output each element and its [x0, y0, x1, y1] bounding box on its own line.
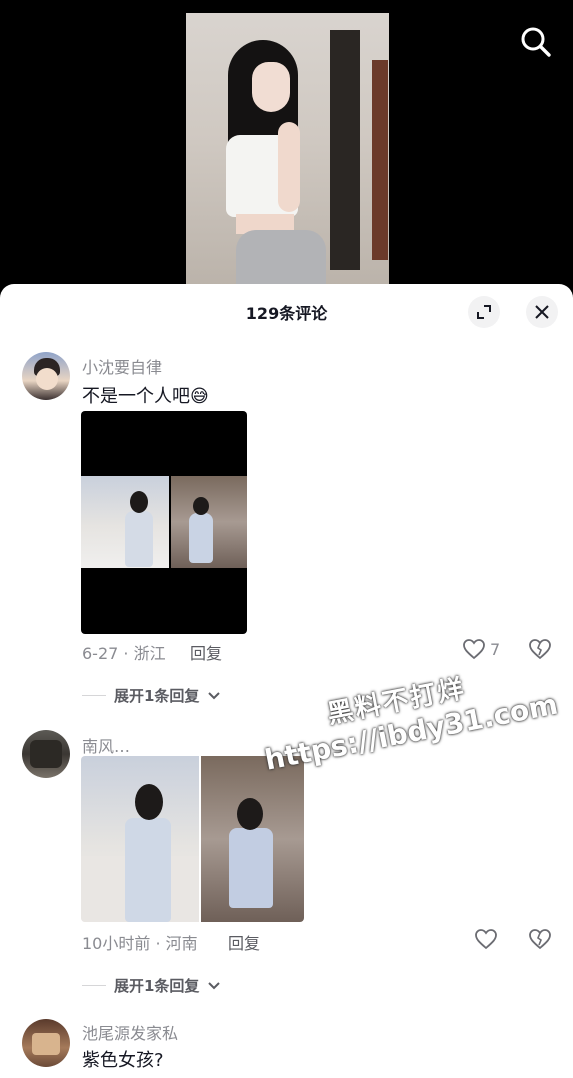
- like-button[interactable]: [474, 928, 498, 950]
- image-person: [189, 513, 213, 563]
- image-person: [125, 511, 153, 567]
- avatar[interactable]: [22, 1019, 70, 1067]
- close-icon: [535, 305, 549, 319]
- image-person-head: [130, 491, 148, 513]
- image-person: [125, 818, 171, 922]
- dislike-button[interactable]: [528, 638, 552, 664]
- video-scene-door-frame: [372, 60, 388, 260]
- image-person-head: [193, 497, 209, 515]
- comment-image[interactable]: [81, 756, 304, 922]
- comment-username[interactable]: 池尾源发家私: [82, 1020, 178, 1044]
- search-button[interactable]: [516, 22, 556, 62]
- comment-text: 紫色女孩?: [82, 1050, 164, 1071]
- like-count: 7: [490, 639, 501, 659]
- like-button[interactable]: 7: [462, 638, 500, 660]
- expand-replies-button[interactable]: 展开1条回复: [82, 975, 221, 996]
- reply-button[interactable]: 回复: [228, 930, 260, 954]
- collapse-icon: [477, 305, 491, 319]
- heart-icon: [475, 929, 497, 950]
- video-scene-door: [330, 30, 360, 270]
- comment-username[interactable]: 小沈要自律: [82, 354, 162, 378]
- comment-meta: 6-27 · 浙江: [82, 644, 166, 663]
- comment-username[interactable]: 南风…: [82, 733, 130, 757]
- comment-meta: 10小时前 · 河南: [82, 934, 198, 953]
- video-person-arm: [278, 122, 300, 212]
- broken-heart-icon: [529, 639, 551, 660]
- expand-replies-label: 展开1条回复: [114, 687, 200, 705]
- expand-divider: [82, 985, 106, 986]
- video-person-face: [252, 62, 290, 112]
- avatar[interactable]: [22, 730, 70, 778]
- expand-replies-label: 展开1条回复: [114, 977, 200, 995]
- search-icon: [521, 27, 551, 57]
- chevron-down-icon: [208, 981, 221, 989]
- avatar[interactable]: [22, 352, 70, 400]
- broken-heart-icon: [529, 929, 551, 950]
- chevron-down-icon: [208, 691, 221, 699]
- reply-button[interactable]: 回复: [190, 640, 222, 664]
- image-person-head: [135, 784, 163, 820]
- dislike-button[interactable]: [528, 928, 552, 954]
- comment-text: 不是一个人吧😅: [82, 386, 209, 407]
- close-button[interactable]: [526, 296, 558, 328]
- video-player[interactable]: [0, 0, 573, 300]
- expand-divider: [82, 695, 106, 696]
- image-person: [229, 828, 273, 908]
- image-person-head: [237, 798, 263, 830]
- comment-image[interactable]: [81, 411, 247, 634]
- heart-icon: [463, 639, 485, 660]
- expand-replies-button[interactable]: 展开1条回复: [82, 685, 221, 706]
- collapse-button[interactable]: [468, 296, 500, 328]
